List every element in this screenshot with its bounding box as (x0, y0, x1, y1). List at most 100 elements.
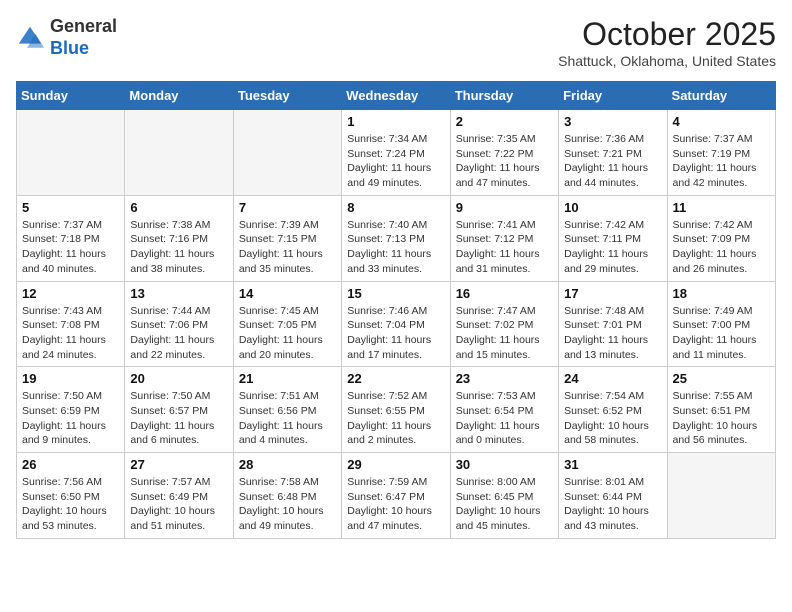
day-number: 7 (239, 200, 336, 215)
cell-content: Sunrise: 7:39 AMSunset: 7:15 PMDaylight:… (239, 218, 336, 277)
cell-content: Sunrise: 7:47 AMSunset: 7:02 PMDaylight:… (456, 304, 553, 363)
cell-content: Sunrise: 7:38 AMSunset: 7:16 PMDaylight:… (130, 218, 227, 277)
calendar-cell: 6Sunrise: 7:38 AMSunset: 7:16 PMDaylight… (125, 195, 233, 281)
calendar-cell: 9 Sunrise: 7:41 AMSunset: 7:12 PMDaylight… (450, 195, 558, 281)
calendar-cell: 8 Sunrise: 7:40 AMSunset: 7:13 PMDaylight… (342, 195, 450, 281)
calendar-table: SundayMondayTuesdayWednesdayThursdayFrid… (16, 81, 776, 539)
day-header-wednesday: Wednesday (342, 82, 450, 110)
day-number: 18 (673, 286, 770, 301)
day-number: 28 (239, 457, 336, 472)
cell-content: Sunrise: 7:37 AMSunset: 7:18 PMDaylight:… (22, 218, 119, 277)
day-number: 24 (564, 371, 661, 386)
cell-content: Sunrise: 7:42 AMSunset: 7:11 PMDaylight:… (564, 218, 661, 277)
calendar-cell: 14Sunrise: 7:45 AMSunset: 7:05 PMDayligh… (233, 281, 341, 367)
month-title: October 2025 (558, 16, 776, 53)
cell-content: Sunrise: 7:43 AMSunset: 7:08 PMDaylight:… (22, 304, 119, 363)
calendar-cell: 10 Sunrise: 7:42 AMSunset: 7:11 PMDayligh… (559, 195, 667, 281)
day-number: 27 (130, 457, 227, 472)
day-header-tuesday: Tuesday (233, 82, 341, 110)
cell-content: Sunrise: 7:50 AMSunset: 6:57 PMDaylight:… (130, 389, 227, 448)
week-row-1: 1Sunrise: 7:34 AMSunset: 7:24 PMDaylight… (17, 110, 776, 196)
logo-text: General Blue (50, 16, 117, 59)
cell-content: Sunrise: 7:59 AMSunset: 6:47 PMDaylight:… (347, 475, 444, 534)
location-subtitle: Shattuck, Oklahoma, United States (558, 53, 776, 69)
cell-content: Sunrise: 8:01 AMSunset: 6:44 PMDaylight:… (564, 475, 661, 534)
cell-content: Sunrise: 7:54 AMSunset: 6:52 PMDaylight:… (564, 389, 661, 448)
cell-content: Sunrise: 7:57 AMSunset: 6:49 PMDaylight:… (130, 475, 227, 534)
calendar-cell (233, 110, 341, 196)
calendar-cell (125, 110, 233, 196)
day-header-thursday: Thursday (450, 82, 558, 110)
calendar-cell: 4Sunrise: 7:37 AMSunset: 7:19 PMDaylight… (667, 110, 775, 196)
calendar-header-row: SundayMondayTuesdayWednesdayThursdayFrid… (17, 82, 776, 110)
calendar-cell: 2 Sunrise: 7:35 AMSunset: 7:22 PMDaylight… (450, 110, 558, 196)
calendar-cell: 30Sunrise: 8:00 AMSunset: 6:45 PMDayligh… (450, 453, 558, 539)
calendar-cell (17, 110, 125, 196)
cell-content: Sunrise: 7:46 AMSunset: 7:04 PMDaylight:… (347, 304, 444, 363)
logo-general: General (50, 16, 117, 36)
logo: General Blue (16, 16, 117, 59)
cell-content: Sunrise: 7:52 AMSunset: 6:55 PMDaylight:… (347, 389, 444, 448)
day-number: 29 (347, 457, 444, 472)
calendar-cell: 26Sunrise: 7:56 AMSunset: 6:50 PMDayligh… (17, 453, 125, 539)
calendar-cell: 24 Sunrise: 7:54 AMSunset: 6:52 PMDayligh… (559, 367, 667, 453)
calendar-cell: 19Sunrise: 7:50 AMSunset: 6:59 PMDayligh… (17, 367, 125, 453)
day-number: 21 (239, 371, 336, 386)
cell-content: Sunrise: 7:44 AMSunset: 7:06 PMDaylight:… (130, 304, 227, 363)
day-number: 1 (347, 114, 444, 129)
logo-blue: Blue (50, 38, 89, 58)
calendar-cell: 13 Sunrise: 7:44 AMSunset: 7:06 PMDayligh… (125, 281, 233, 367)
calendar-cell: 3Sunrise: 7:36 AMSunset: 7:21 PMDaylight… (559, 110, 667, 196)
day-header-monday: Monday (125, 82, 233, 110)
calendar-cell: 21 Sunrise: 7:51 AMSunset: 6:56 PMDayligh… (233, 367, 341, 453)
cell-content: Sunrise: 7:41 AMSunset: 7:12 PMDaylight:… (456, 218, 553, 277)
calendar-cell: 1Sunrise: 7:34 AMSunset: 7:24 PMDaylight… (342, 110, 450, 196)
day-number: 22 (347, 371, 444, 386)
cell-content: Sunrise: 7:51 AMSunset: 6:56 PMDaylight:… (239, 389, 336, 448)
day-number: 5 (22, 200, 119, 215)
day-number: 20 (130, 371, 227, 386)
calendar-cell: 15 Sunrise: 7:46 AMSunset: 7:04 PMDayligh… (342, 281, 450, 367)
cell-content: Sunrise: 7:55 AMSunset: 6:51 PMDaylight:… (673, 389, 770, 448)
logo-icon (16, 24, 44, 52)
calendar-cell: 11 Sunrise: 7:42 AMSunset: 7:09 PMDayligh… (667, 195, 775, 281)
page-header: General Blue October 2025 Shattuck, Okla… (16, 16, 776, 69)
cell-content: Sunrise: 7:37 AMSunset: 7:19 PMDaylight:… (673, 132, 770, 191)
calendar-cell (667, 453, 775, 539)
day-number: 13 (130, 286, 227, 301)
day-number: 26 (22, 457, 119, 472)
day-number: 15 (347, 286, 444, 301)
day-number: 10 (564, 200, 661, 215)
cell-content: Sunrise: 7:50 AMSunset: 6:59 PMDaylight:… (22, 389, 119, 448)
day-number: 9 (456, 200, 553, 215)
day-number: 11 (673, 200, 770, 215)
week-row-4: 19Sunrise: 7:50 AMSunset: 6:59 PMDayligh… (17, 367, 776, 453)
day-header-saturday: Saturday (667, 82, 775, 110)
calendar-cell: 5 Sunrise: 7:37 AMSunset: 7:18 PMDaylight… (17, 195, 125, 281)
title-block: October 2025 Shattuck, Oklahoma, United … (558, 16, 776, 69)
calendar-cell: 18Sunrise: 7:49 AMSunset: 7:00 PMDayligh… (667, 281, 775, 367)
day-number: 16 (456, 286, 553, 301)
cell-content: Sunrise: 7:53 AMSunset: 6:54 PMDaylight:… (456, 389, 553, 448)
calendar-cell: 31 Sunrise: 8:01 AMSunset: 6:44 PMDayligh… (559, 453, 667, 539)
day-number: 31 (564, 457, 661, 472)
calendar-cell: 22 Sunrise: 7:52 AMSunset: 6:55 PMDayligh… (342, 367, 450, 453)
calendar-cell: 17Sunrise: 7:48 AMSunset: 7:01 PMDayligh… (559, 281, 667, 367)
calendar-cell: 27 Sunrise: 7:57 AMSunset: 6:49 PMDayligh… (125, 453, 233, 539)
cell-content: Sunrise: 7:35 AMSunset: 7:22 PMDaylight:… (456, 132, 553, 191)
calendar-cell: 25Sunrise: 7:55 AMSunset: 6:51 PMDayligh… (667, 367, 775, 453)
calendar-cell: 23 Sunrise: 7:53 AMSunset: 6:54 PMDayligh… (450, 367, 558, 453)
calendar-cell: 12 Sunrise: 7:43 AMSunset: 7:08 PMDayligh… (17, 281, 125, 367)
cell-content: Sunrise: 7:48 AMSunset: 7:01 PMDaylight:… (564, 304, 661, 363)
day-number: 23 (456, 371, 553, 386)
calendar-cell: 20 Sunrise: 7:50 AMSunset: 6:57 PMDayligh… (125, 367, 233, 453)
cell-content: Sunrise: 7:36 AMSunset: 7:21 PMDaylight:… (564, 132, 661, 191)
cell-content: Sunrise: 7:40 AMSunset: 7:13 PMDaylight:… (347, 218, 444, 277)
calendar-cell: 7 Sunrise: 7:39 AMSunset: 7:15 PMDaylight… (233, 195, 341, 281)
week-row-3: 12 Sunrise: 7:43 AMSunset: 7:08 PMDayligh… (17, 281, 776, 367)
cell-content: Sunrise: 7:42 AMSunset: 7:09 PMDaylight:… (673, 218, 770, 277)
day-number: 12 (22, 286, 119, 301)
day-number: 8 (347, 200, 444, 215)
day-number: 2 (456, 114, 553, 129)
week-row-2: 5 Sunrise: 7:37 AMSunset: 7:18 PMDaylight… (17, 195, 776, 281)
